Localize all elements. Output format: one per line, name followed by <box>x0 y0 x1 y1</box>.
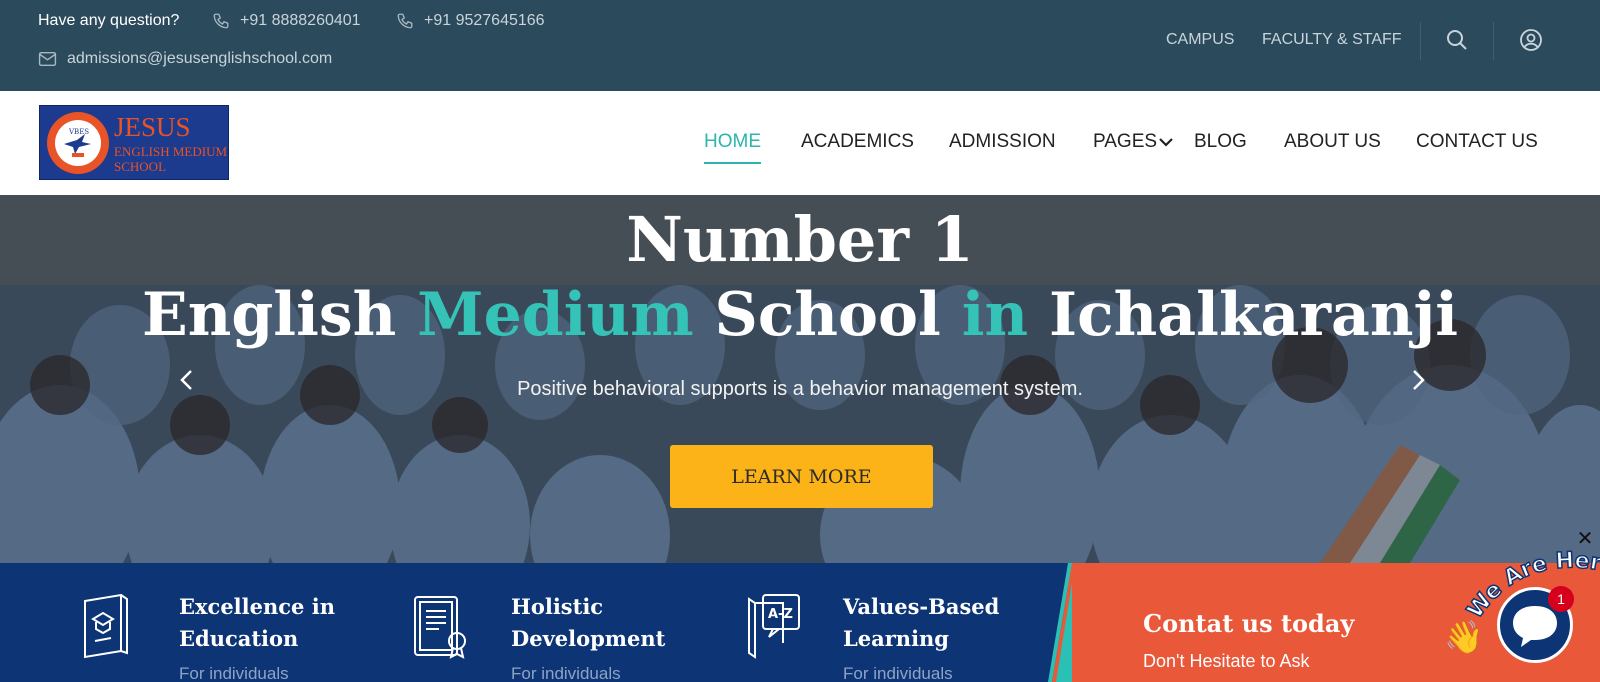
waving-hand-icon: 👋 <box>1444 619 1484 655</box>
topbar-divider <box>1420 22 1421 60</box>
nav-pages-label: PAGES <box>1093 131 1158 152</box>
feature-title: Holistic Development <box>511 591 711 655</box>
hero-title-word: English <box>141 280 418 350</box>
logo-seal: VBES <box>47 112 109 174</box>
slider-prev-button[interactable] <box>172 365 202 395</box>
question-label: Have any question? <box>38 12 180 29</box>
campus-link[interactable]: CAMPUS <box>1166 31 1234 49</box>
logo-seal-inner: VBES <box>55 120 101 166</box>
phone-icon <box>213 13 229 29</box>
main-header: VBES JESUS ENGLISH MEDIUM SCHOOL HOME AC… <box>0 91 1600 195</box>
phone-number-1: +91 8888260401 <box>240 12 361 29</box>
top-bar: Have any question? +91 8888260401 +91 95… <box>0 0 1600 91</box>
nav-admission[interactable]: ADMISSION <box>949 131 1056 153</box>
user-circle-icon <box>1520 29 1542 51</box>
a-z-book-icon: A-Z <box>748 594 800 659</box>
logo-subtitle-line-1: ENGLISH MEDIUM <box>114 144 228 159</box>
active-underline <box>704 162 761 164</box>
hero-title-word: School <box>693 280 962 350</box>
slider-next-button[interactable] <box>1403 365 1433 395</box>
feature-title: Values-Based Learning <box>843 591 1043 655</box>
seal-text: VBES <box>68 128 89 136</box>
feature-title-line-1: Values-Based <box>843 594 1000 619</box>
nav-academics[interactable]: ACADEMICS <box>801 131 914 153</box>
teal-stripe <box>1048 563 1088 682</box>
nav-blog[interactable]: BLOG <box>1194 131 1247 153</box>
chevron-down-icon <box>1159 138 1173 147</box>
features-band: Excellence in Education For individuals … <box>0 563 1070 682</box>
logo-subtitle: ENGLISH MEDIUM SCHOOL <box>114 144 227 174</box>
svg-text:A-Z: A-Z <box>768 607 793 622</box>
feature-title-line-1: Excellence in <box>179 594 335 619</box>
hero-title-accent: in <box>961 280 1029 350</box>
certificate-book-icon <box>84 593 128 659</box>
nav-contact-us[interactable]: CONTACT US <box>1416 131 1538 153</box>
nav-about-us[interactable]: ABOUT US <box>1284 131 1381 153</box>
faculty-staff-link[interactable]: FACULTY & STAFF <box>1262 31 1402 49</box>
hero-title-accent: Medium <box>417 280 694 350</box>
phone-number-2: +91 9527645166 <box>424 12 545 29</box>
mail-icon <box>38 51 57 67</box>
phone-link-2[interactable]: +91 9527645166 <box>396 12 545 30</box>
feature-subtitle: For individuals <box>843 664 953 682</box>
chevron-left-icon <box>180 370 192 390</box>
hero-title-line-1: Number 1 <box>626 203 974 276</box>
logo-name: JESUS <box>114 112 191 142</box>
feature-subtitle: For individuals <box>179 664 289 682</box>
email-address: admissions@jesusenglishschool.com <box>67 50 333 67</box>
dove-icon: VBES <box>64 128 91 157</box>
hero-title-word: Ichalkaranji <box>1028 280 1458 350</box>
feature-title-line-2: Education <box>179 626 299 651</box>
chevron-right-icon <box>1413 370 1425 390</box>
contact-title: Contat us today <box>1143 609 1355 638</box>
nav-home-label: HOME <box>704 131 761 152</box>
topbar-divider <box>1493 22 1494 60</box>
feature-title-line-2: Learning <box>843 626 949 651</box>
logo-subtitle-line-2: SCHOOL <box>114 159 167 174</box>
email-link[interactable]: admissions@jesusenglishschool.com <box>38 50 332 68</box>
learn-more-button[interactable]: LEARN MORE <box>670 445 933 508</box>
search-icon <box>1447 30 1467 50</box>
hero-title-line-2: English Medium School in Ichalkaranji <box>0 279 1600 351</box>
nav-pages[interactable]: PAGES <box>1093 131 1173 153</box>
chat-notification-badge: 1 <box>1548 586 1574 612</box>
nav-home[interactable]: HOME <box>704 131 761 164</box>
feature-title-line-2: Development <box>511 626 666 651</box>
school-logo[interactable]: VBES JESUS ENGLISH MEDIUM SCHOOL <box>39 105 229 180</box>
feature-subtitle: For individuals <box>511 664 621 682</box>
feature-title-line-1: Holistic <box>511 594 604 619</box>
account-button[interactable] <box>1519 28 1543 52</box>
diploma-icon <box>414 596 466 659</box>
hero-tagline: Positive behavioral supports is a behavi… <box>517 378 1083 400</box>
chat-close-button[interactable]: ✕ <box>1576 529 1594 549</box>
search-button[interactable] <box>1445 28 1469 52</box>
phone-link-1[interactable]: +91 8888260401 <box>212 12 361 30</box>
feature-title: Excellence in Education <box>179 591 379 655</box>
contact-subtitle: Don't Hesitate to Ask <box>1143 651 1310 671</box>
phone-icon <box>397 13 413 29</box>
hero-slider: Number 1 English Medium School in Ichalk… <box>0 195 1600 563</box>
